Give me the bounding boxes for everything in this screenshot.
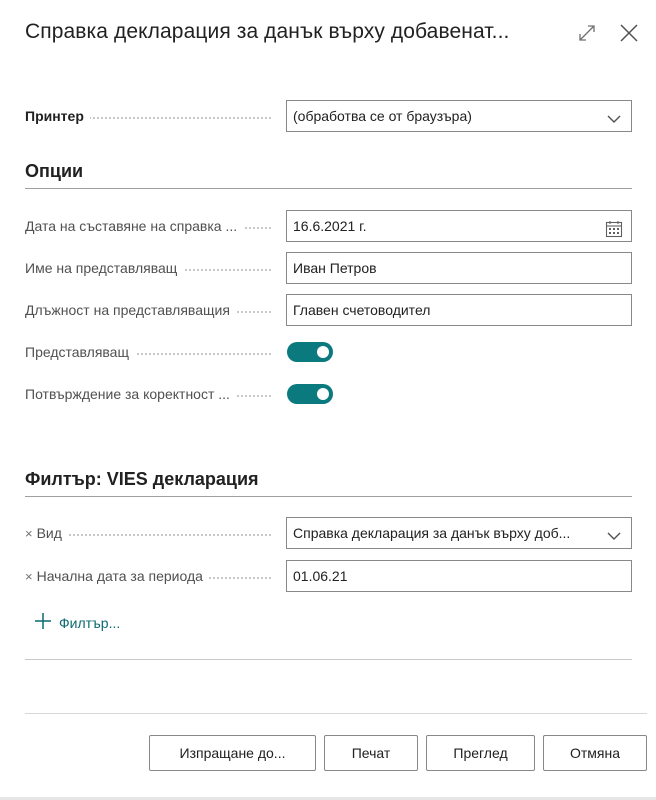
section-divider <box>25 659 632 660</box>
chevron-down-icon <box>605 525 623 543</box>
date-value: 16.6.2021 г. <box>293 218 367 234</box>
remove-filter-type-icon[interactable]: × <box>25 526 33 541</box>
rep-position-label: Длъжност на представляващия <box>25 294 271 326</box>
add-filter-button[interactable]: Филтър... <box>34 612 120 633</box>
rep-position-value: Главен счетоводител <box>293 302 431 318</box>
representative-label: Представляващ <box>25 336 271 368</box>
send-to-button[interactable]: Изпращане до... <box>149 735 316 771</box>
printer-label: Принтер <box>25 100 271 132</box>
filter-section-header: Филтър: VIES декларация <box>25 469 632 497</box>
confirm-row: Потвърждение за коректност ... <box>25 378 632 410</box>
rep-name-input[interactable]: Иван Петров <box>286 252 632 284</box>
filter-type-select[interactable]: Справка декларация за данък върху доб... <box>286 517 632 549</box>
options-section-header: Опции <box>25 161 632 189</box>
title-actions <box>576 22 640 44</box>
remove-filter-start-icon[interactable]: × <box>25 569 33 584</box>
date-row: Дата на съставяне на справка ... 16.6.20… <box>25 210 632 242</box>
expand-icon[interactable] <box>576 22 598 44</box>
close-icon[interactable] <box>618 22 640 44</box>
chevron-down-icon <box>605 108 623 126</box>
representative-row: Представляващ <box>25 336 632 368</box>
filter-type-value: Справка декларация за данък върху доб... <box>293 525 571 541</box>
preview-button[interactable]: Преглед <box>426 735 535 771</box>
filter-start-value: 01.06.21 <box>293 568 348 584</box>
rep-name-row: Име на представляващ Иван Петров <box>25 252 632 284</box>
confirm-toggle[interactable] <box>287 384 333 404</box>
print-button[interactable]: Печат <box>324 735 418 771</box>
printer-select[interactable]: (обработва се от браузъра) <box>286 100 632 132</box>
filter-type-label: × Вид <box>25 517 271 549</box>
rep-position-input[interactable]: Главен счетоводител <box>286 294 632 326</box>
filter-start-label: × Начална дата за периода <box>25 560 271 592</box>
cancel-button[interactable]: Отмяна <box>543 735 647 771</box>
filter-type-row: × Вид Справка декларация за данък върху д… <box>25 517 632 549</box>
filter-start-input[interactable]: 01.06.21 <box>286 560 632 592</box>
dialog-title: Справка декларация за данък върху добаве… <box>25 20 510 43</box>
filter-start-row: × Начална дата за периода 01.06.21 <box>25 560 632 592</box>
add-filter-label: Филтър... <box>59 614 121 631</box>
printer-value: (обработва се от браузъра) <box>293 108 472 124</box>
footer-divider <box>25 713 647 714</box>
calendar-icon[interactable] <box>605 218 623 238</box>
representative-toggle[interactable] <box>287 342 333 362</box>
rep-name-value: Иван Петров <box>293 260 377 276</box>
rep-name-label: Име на представляващ <box>25 252 271 284</box>
printer-row: Принтер (обработва се от браузъра) <box>25 100 632 132</box>
confirm-label: Потвърждение за коректност ... <box>25 378 271 410</box>
plus-icon <box>34 612 52 633</box>
report-request-dialog: Справка декларация за данък върху добаве… <box>0 0 656 800</box>
rep-position-row: Длъжност на представляващия Главен счето… <box>25 294 632 326</box>
date-label: Дата на съставяне на справка ... <box>25 210 271 242</box>
date-input[interactable]: 16.6.2021 г. <box>286 210 632 242</box>
